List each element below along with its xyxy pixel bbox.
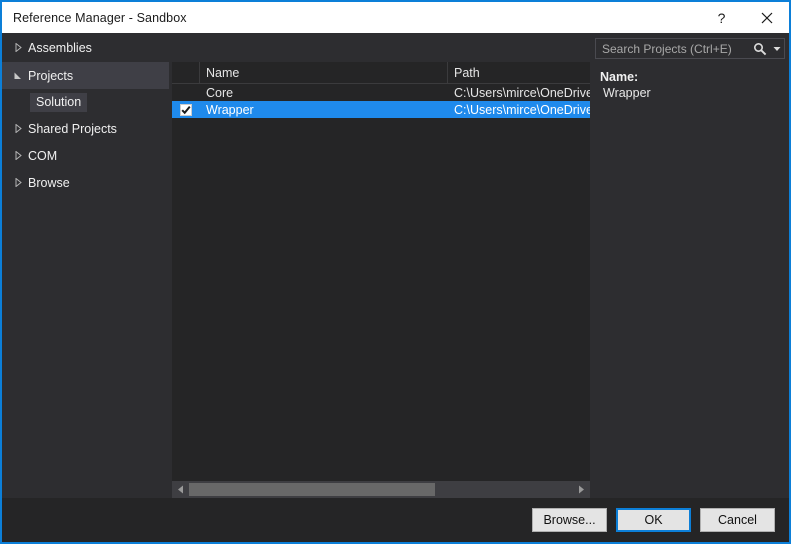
detail-panel: Name: Wrapper bbox=[590, 62, 789, 498]
top-strip: Assemblies Search Projects (Ctrl+E) bbox=[2, 33, 789, 62]
reference-manager-dialog: Reference Manager - Sandbox ? Assemblies bbox=[0, 0, 791, 544]
dialog-footer: Browse... OK Cancel bbox=[2, 498, 789, 542]
main-area: Projects Solution Shared Projects COM Br… bbox=[2, 62, 789, 498]
sidebar-item-projects[interactable]: Projects bbox=[2, 62, 169, 89]
list-header: Name Path bbox=[172, 62, 590, 84]
sidebar-item-projects-label: Projects bbox=[28, 68, 74, 83]
chevron-right-icon bbox=[10, 178, 26, 187]
table-row[interactable]: Core C:\Users\mirce\OneDrive bbox=[172, 84, 590, 101]
titlebar-buttons: ? bbox=[699, 2, 789, 33]
sidebar-item-assemblies-label: Assemblies bbox=[28, 40, 92, 55]
sidebar-item-com-label: COM bbox=[28, 148, 58, 163]
chevron-down-icon[interactable] bbox=[770, 46, 784, 52]
row-path-core: C:\Users\mirce\OneDrive bbox=[454, 85, 590, 100]
row-name-core: Core bbox=[206, 85, 234, 100]
dialog-content: Assemblies Search Projects (Ctrl+E) Proj… bbox=[2, 33, 789, 542]
chevron-down-expanded-icon bbox=[10, 72, 26, 80]
titlebar: Reference Manager - Sandbox ? bbox=[2, 2, 789, 33]
list-body: Core C:\Users\mirce\OneDrive Wrapper C:\… bbox=[172, 84, 590, 481]
sidebar-item-browse[interactable]: Browse bbox=[2, 169, 169, 196]
sidebar-item-browse-label: Browse bbox=[28, 175, 70, 190]
column-header-checkbox[interactable] bbox=[172, 62, 200, 83]
scrollbar-track[interactable] bbox=[189, 481, 573, 498]
window-title: Reference Manager - Sandbox bbox=[13, 10, 187, 25]
ok-button[interactable]: OK bbox=[616, 508, 691, 532]
cancel-button[interactable]: Cancel bbox=[700, 508, 775, 532]
sidebar-item-shared-projects-label: Shared Projects bbox=[28, 121, 117, 136]
chevron-right-icon bbox=[10, 151, 26, 160]
chevron-right-icon bbox=[10, 43, 26, 52]
search-box[interactable]: Search Projects (Ctrl+E) bbox=[595, 38, 785, 59]
sidebar-item-assemblies[interactable]: Assemblies bbox=[2, 33, 587, 62]
search-input[interactable]: Search Projects (Ctrl+E) bbox=[596, 42, 750, 56]
question-mark-icon: ? bbox=[717, 9, 726, 26]
close-button[interactable] bbox=[744, 2, 789, 33]
scroll-right-button[interactable] bbox=[573, 481, 590, 498]
row-checkbox-core[interactable] bbox=[172, 84, 200, 101]
column-header-name[interactable]: Name bbox=[200, 62, 448, 83]
scroll-left-button[interactable] bbox=[172, 481, 189, 498]
chevron-right-icon bbox=[10, 124, 26, 133]
row-name-wrapper: Wrapper bbox=[206, 102, 254, 117]
scrollbar-thumb[interactable] bbox=[189, 483, 435, 496]
row-path-wrapper: C:\Users\mirce\OneDrive bbox=[454, 102, 590, 117]
table-row[interactable]: Wrapper C:\Users\mirce\OneDrive bbox=[172, 101, 590, 118]
browse-button[interactable]: Browse... bbox=[532, 508, 607, 532]
detail-name-label: Name: bbox=[600, 70, 639, 84]
sidebar-item-solution-label: Solution bbox=[30, 92, 88, 112]
detail-name-value: Wrapper bbox=[603, 86, 651, 100]
row-checkbox-wrapper[interactable] bbox=[172, 101, 200, 118]
sidebar-item-com[interactable]: COM bbox=[2, 142, 169, 169]
horizontal-scrollbar[interactable] bbox=[172, 481, 590, 498]
checkbox-unchecked-icon bbox=[180, 87, 192, 99]
help-button[interactable]: ? bbox=[699, 2, 744, 33]
close-icon bbox=[761, 12, 772, 23]
reference-list-panel: Name Path Core C:\Users\mirce\OneDrive W… bbox=[172, 62, 590, 498]
checkbox-checked-icon bbox=[180, 103, 192, 116]
sidebar-item-solution[interactable]: Solution bbox=[2, 89, 169, 115]
search-icon[interactable] bbox=[750, 42, 770, 56]
column-header-path[interactable]: Path bbox=[448, 62, 590, 83]
sidebar-item-shared-projects[interactable]: Shared Projects bbox=[2, 115, 169, 142]
category-tree: Projects Solution Shared Projects COM Br… bbox=[2, 62, 169, 498]
